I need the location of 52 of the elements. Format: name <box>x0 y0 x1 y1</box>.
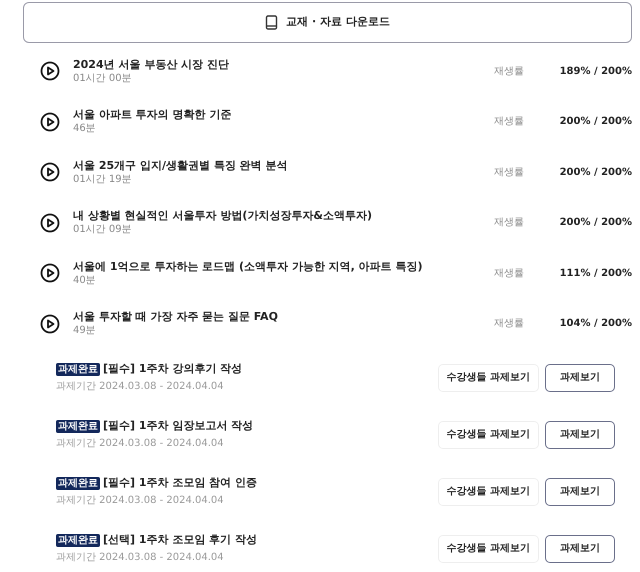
view-assignment-button[interactable]: 과제보기 <box>545 534 615 562</box>
play-rate-label: 재생률 <box>494 266 524 281</box>
lecture-duration: 49분 <box>73 324 97 338</box>
status-badge: 과제완료 <box>56 476 100 490</box>
assignment-period: 과제기간 2024.03.08 - 2024.04.04 <box>56 380 225 394</box>
assignment-period: 과제기간 2024.03.08 - 2024.04.04 <box>56 494 225 508</box>
status-badge: 과제완료 <box>56 362 100 376</box>
assignment-title[interactable]: [선택] 1주차 조모임 후기 작성 <box>103 532 258 548</box>
lecture-title[interactable]: 서울 25개구 입지/생활권별 특징 완벽 분석 <box>73 158 494 173</box>
lecture-title[interactable]: 서울 투자할 때 가장 자주 묻는 질문 FAQ <box>73 309 494 324</box>
status-badge: 과제완료 <box>56 534 100 546</box>
lecture-duration: 46분 <box>73 122 97 136</box>
lecture-duration: 01시간 09분 <box>73 223 133 238</box>
assignment-title[interactable]: [필수] 1주차 임장보고서 작성 <box>103 418 254 434</box>
download-button[interactable]: 교재 · 자료 다운로드 <box>23 2 632 43</box>
view-assignment-button[interactable]: 과제보기 <box>545 420 615 448</box>
play-icon[interactable] <box>40 162 60 182</box>
play-rate-label: 재생률 <box>494 166 524 180</box>
view-assignment-button[interactable]: 과제보기 <box>545 364 615 392</box>
lecture-title[interactable]: 서울에 1억으로 투자하는 로드맵 (소액투자 가능한 지역, 아파트 특징) <box>73 258 494 274</box>
play-rate: 111% / 200% <box>558 266 632 281</box>
lecture-duration: 40분 <box>73 274 97 288</box>
play-rate: 189% / 200% <box>558 64 632 79</box>
others-assignments-button[interactable]: 수강생들 과제보기 <box>438 534 539 562</box>
lecture-title[interactable]: 내 상황별 현실적인 서울투자 방법(가치성장투자&소액투자) <box>73 208 494 224</box>
play-icon[interactable] <box>40 263 60 284</box>
play-icon[interactable] <box>40 61 60 82</box>
play-rate: 200% / 200% <box>558 216 632 230</box>
others-assignments-button[interactable]: 수강생들 과제보기 <box>438 364 539 392</box>
play-rate-label: 재생률 <box>494 115 524 130</box>
play-rate: 200% / 200% <box>558 115 632 130</box>
lecture-title[interactable]: 2024년 서울 부동산 시장 진단 <box>73 56 494 72</box>
others-assignments-button[interactable]: 수강생들 과제보기 <box>438 420 539 448</box>
play-icon[interactable] <box>40 112 60 132</box>
play-rate-label: 재생률 <box>494 317 524 332</box>
play-icon[interactable] <box>40 314 60 334</box>
assignment-title[interactable]: [필수] 1주차 강의후기 작성 <box>103 360 242 378</box>
lecture-duration: 01시간 19분 <box>73 172 133 187</box>
play-rate-label: 재생률 <box>494 64 524 79</box>
view-assignment-button[interactable]: 과제보기 <box>545 478 615 506</box>
play-rate: 200% / 200% <box>558 166 632 180</box>
play-rate-label: 재생률 <box>494 216 524 230</box>
lecture-title[interactable]: 서울 아파트 투자의 명확한 기준 <box>73 107 494 122</box>
book-icon <box>265 15 278 30</box>
assignment-title[interactable]: [필수] 1주차 조모임 참여 인증 <box>103 474 258 492</box>
assignment-period: 과제기간 2024.03.08 - 2024.04.04 <box>56 551 225 566</box>
others-assignments-button[interactable]: 수강생들 과제보기 <box>438 478 539 506</box>
play-rate: 104% / 200% <box>558 317 632 332</box>
status-badge: 과제완료 <box>56 420 100 432</box>
lecture-duration: 01시간 00분 <box>73 72 133 86</box>
play-icon[interactable] <box>40 212 60 233</box>
assignment-period: 과제기간 2024.03.08 - 2024.04.04 <box>56 437 225 452</box>
